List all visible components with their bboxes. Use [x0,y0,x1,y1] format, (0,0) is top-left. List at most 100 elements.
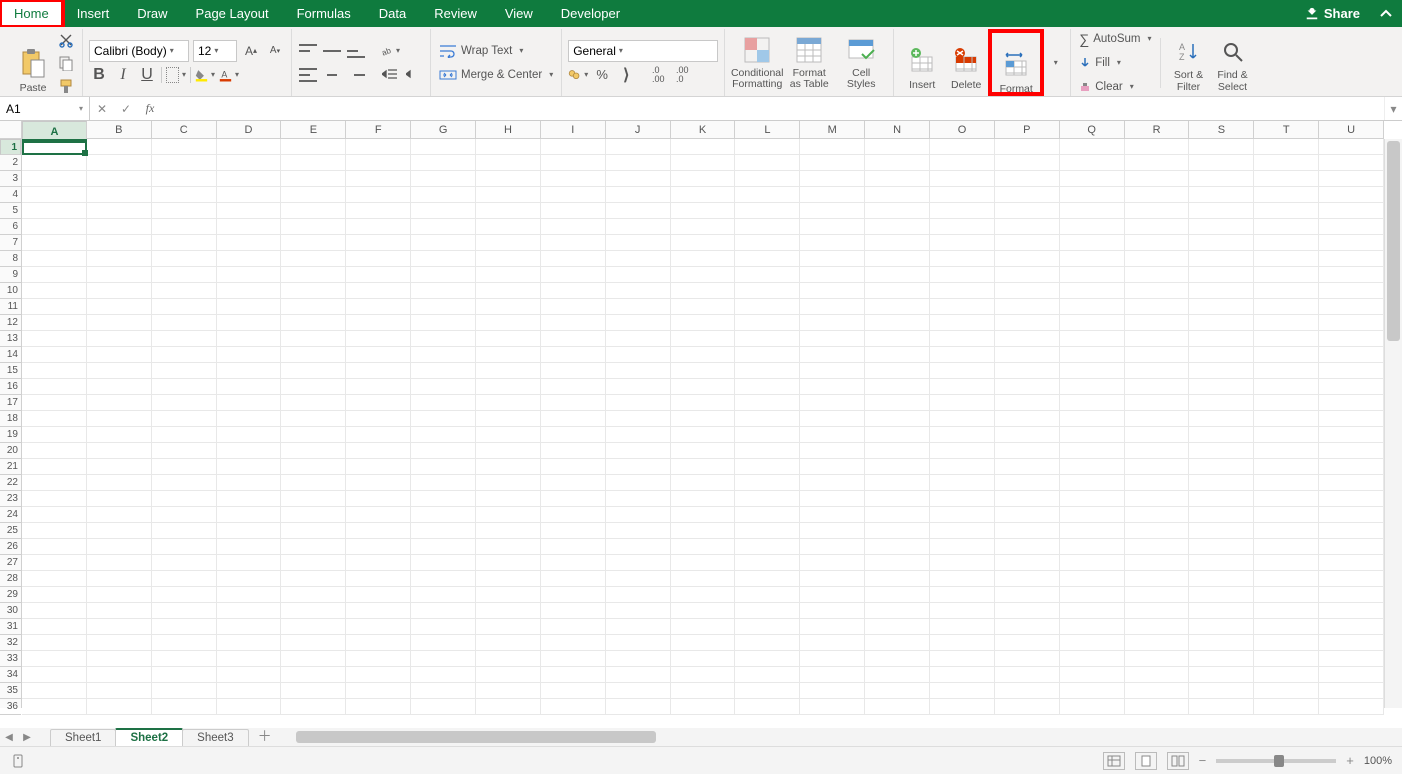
cell[interactable] [1060,267,1125,283]
cell[interactable] [735,219,800,235]
cell[interactable] [281,651,346,667]
cell[interactable] [346,171,411,187]
cell[interactable] [476,523,541,539]
cell[interactable] [411,315,476,331]
cell[interactable] [22,539,87,555]
cell[interactable] [346,347,411,363]
cell[interactable] [281,619,346,635]
zoom-value[interactable]: 100% [1364,755,1392,767]
cell[interactable] [541,251,606,267]
cell[interactable] [411,475,476,491]
column-header-P[interactable]: P [995,121,1060,138]
cell[interactable] [1060,571,1125,587]
cell[interactable] [1189,539,1254,555]
cell[interactable] [281,267,346,283]
cell[interactable] [995,427,1060,443]
cell[interactable] [217,219,282,235]
cell[interactable] [930,443,995,459]
name-box[interactable]: A1 ▾ [0,97,90,120]
cell[interactable] [1319,475,1384,491]
cell[interactable] [1254,267,1319,283]
cell[interactable] [606,155,671,171]
cell[interactable] [930,635,995,651]
cell[interactable] [281,427,346,443]
cell[interactable] [411,411,476,427]
cell[interactable] [411,155,476,171]
cells-more-button[interactable] [1044,53,1064,73]
align-middle-button[interactable] [322,41,342,61]
cell[interactable] [281,507,346,523]
cell[interactable] [476,699,541,715]
cell[interactable] [346,699,411,715]
column-header-L[interactable]: L [735,121,800,138]
cell[interactable] [1189,475,1254,491]
cell[interactable] [1125,187,1190,203]
cell[interactable] [1319,379,1384,395]
row-header-19[interactable]: 19 [0,427,21,443]
cell[interactable] [346,203,411,219]
sheet-tab-sheet3[interactable]: Sheet3 [182,729,248,746]
column-header-T[interactable]: T [1254,121,1319,138]
cell[interactable] [1125,635,1190,651]
column-header-M[interactable]: M [800,121,865,138]
cell[interactable] [1319,139,1384,155]
cell[interactable] [1254,571,1319,587]
row-header-1[interactable]: 1 [0,139,21,155]
column-header-G[interactable]: G [411,121,476,138]
cell[interactable] [930,219,995,235]
cell[interactable] [476,459,541,475]
cell[interactable] [22,587,87,603]
cell[interactable] [541,139,606,155]
cell[interactable] [606,395,671,411]
cell[interactable] [735,619,800,635]
cell[interactable] [800,331,865,347]
cell[interactable] [87,555,152,571]
cell[interactable] [1254,251,1319,267]
increase-decimal-button[interactable]: .0.00 [648,65,668,85]
cell[interactable] [217,379,282,395]
row-header-30[interactable]: 30 [0,603,21,619]
accounting-format-button[interactable] [568,65,588,85]
cell[interactable] [1189,139,1254,155]
cell[interactable] [606,491,671,507]
cell[interactable] [411,283,476,299]
cell[interactable] [606,475,671,491]
cell[interactable] [606,667,671,683]
cell[interactable] [22,395,87,411]
cell[interactable] [217,331,282,347]
cell[interactable] [22,683,87,699]
cell[interactable] [865,139,930,155]
cell[interactable] [606,283,671,299]
cell[interactable] [865,395,930,411]
cell[interactable] [1060,427,1125,443]
cell[interactable] [1319,651,1384,667]
fill-color-button[interactable] [195,65,215,85]
cell[interactable] [1125,235,1190,251]
cell[interactable] [1254,155,1319,171]
cell[interactable] [1060,187,1125,203]
cell[interactable] [1189,379,1254,395]
cell[interactable] [217,427,282,443]
cell[interactable] [995,571,1060,587]
fill-button[interactable]: Fill [1077,52,1153,74]
cell[interactable] [800,619,865,635]
cell[interactable] [1189,251,1254,267]
cell[interactable] [930,603,995,619]
cell[interactable] [1319,155,1384,171]
cell[interactable] [87,299,152,315]
cell[interactable] [995,379,1060,395]
cell[interactable] [865,155,930,171]
cell[interactable] [1189,283,1254,299]
cell[interactable] [281,203,346,219]
column-header-H[interactable]: H [476,121,541,138]
cell[interactable] [281,603,346,619]
cell[interactable] [1254,283,1319,299]
cell[interactable] [346,635,411,651]
cell[interactable] [800,267,865,283]
cell[interactable] [152,475,217,491]
cell[interactable] [411,235,476,251]
cell[interactable] [22,651,87,667]
cell[interactable] [346,363,411,379]
borders-button[interactable] [166,65,186,85]
row-header-15[interactable]: 15 [0,363,21,379]
